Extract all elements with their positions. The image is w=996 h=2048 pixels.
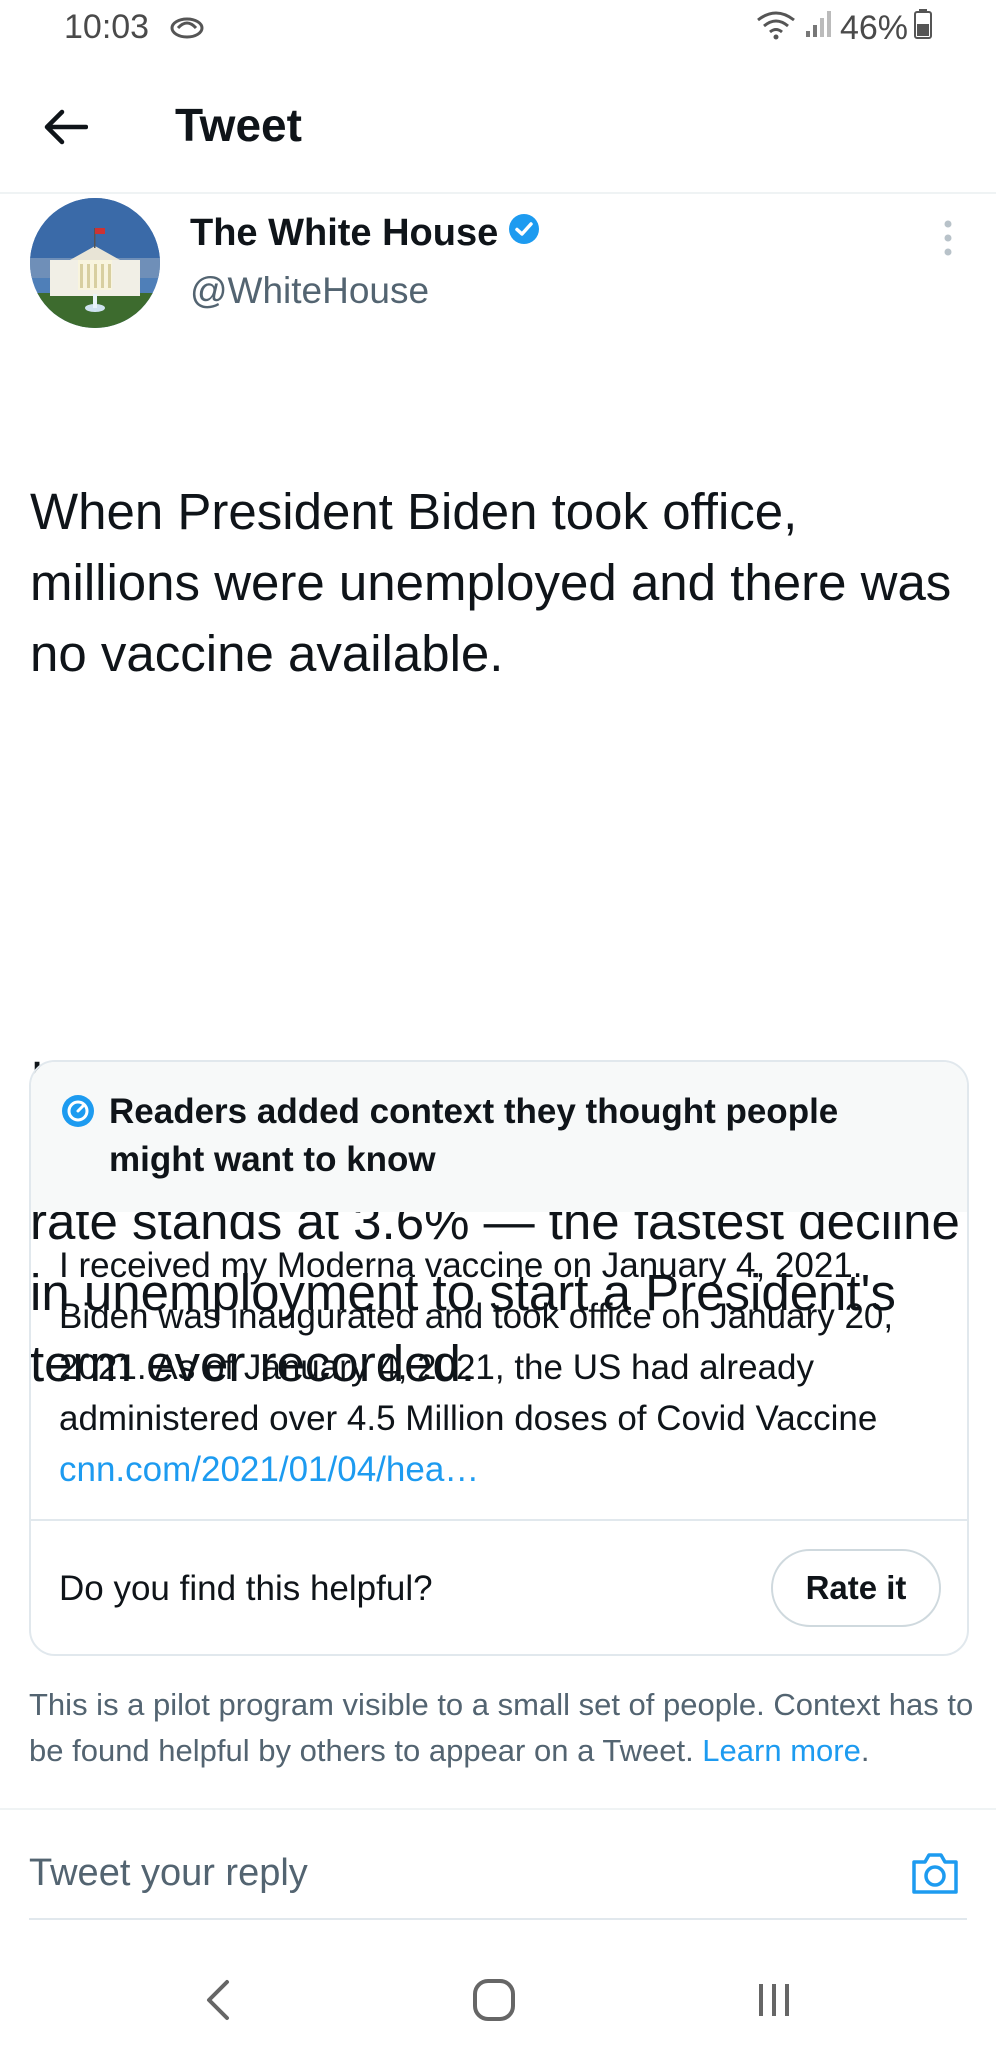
rate-it-button[interactable]: Rate it — [771, 1549, 941, 1627]
verified-badge-icon — [508, 212, 540, 255]
signal-icon — [804, 9, 834, 48]
nav-recents-button[interactable] — [744, 1970, 804, 2030]
author-name-text: The White House — [190, 212, 499, 254]
pilot-program-text: This is a pilot program visible to a sma… — [29, 1682, 975, 1810]
community-note-header: Readers added context they thought peopl… — [31, 1062, 967, 1212]
status-bar: 10:03 46% — [0, 0, 996, 60]
community-note-card: Readers added context they thought peopl… — [29, 1060, 969, 1656]
pilot-period: . — [860, 1733, 870, 1768]
community-note-body: I received my Moderna vaccine on January… — [59, 1240, 939, 1495]
back-button[interactable] — [40, 102, 92, 152]
learn-more-link[interactable]: Learn more — [702, 1733, 861, 1768]
back-arrow-icon — [44, 109, 88, 145]
top-app-bar: Tweet — [0, 60, 996, 194]
reply-input[interactable]: Tweet your reply — [29, 1852, 308, 1895]
community-note-title: Readers added context they thought peopl… — [109, 1092, 839, 1179]
system-nav-bar — [0, 1930, 996, 2048]
nav-home-button[interactable] — [464, 1970, 524, 2030]
more-options-button[interactable] — [936, 218, 960, 258]
community-notes-icon — [61, 1094, 95, 1133]
reply-underline — [29, 1918, 967, 1920]
camera-icon — [912, 1853, 958, 1894]
community-note-link[interactable]: cnn.com/2021/01/04/hea… — [59, 1450, 479, 1489]
page-title: Tweet — [175, 99, 302, 151]
community-note-text: I received my Moderna vaccine on January… — [59, 1246, 894, 1438]
reply-bar: Tweet your reply — [0, 1808, 996, 1920]
camera-button[interactable] — [910, 1850, 960, 1901]
cloud-icon — [170, 14, 204, 45]
avatar[interactable] — [30, 198, 160, 328]
author-handle[interactable]: @WhiteHouse — [190, 270, 429, 312]
divider — [31, 1519, 967, 1521]
author-name[interactable]: The White House — [190, 212, 540, 255]
nav-back-icon — [207, 1980, 229, 2020]
more-vertical-icon — [944, 220, 952, 256]
helpful-question: Do you find this helpful? — [59, 1569, 433, 1608]
status-right: 46% — [754, 8, 932, 49]
status-time: 10:03 — [64, 8, 150, 46]
nav-recents-icon — [759, 1984, 789, 2016]
battery-percent: 46% — [839, 9, 908, 47]
nav-home-icon — [473, 1979, 515, 2021]
tweet-paragraph-1: When President Biden took office, millio… — [30, 483, 966, 682]
battery-icon — [914, 9, 932, 48]
wifi-icon — [754, 8, 798, 49]
nav-back-button[interactable] — [188, 1970, 248, 2030]
